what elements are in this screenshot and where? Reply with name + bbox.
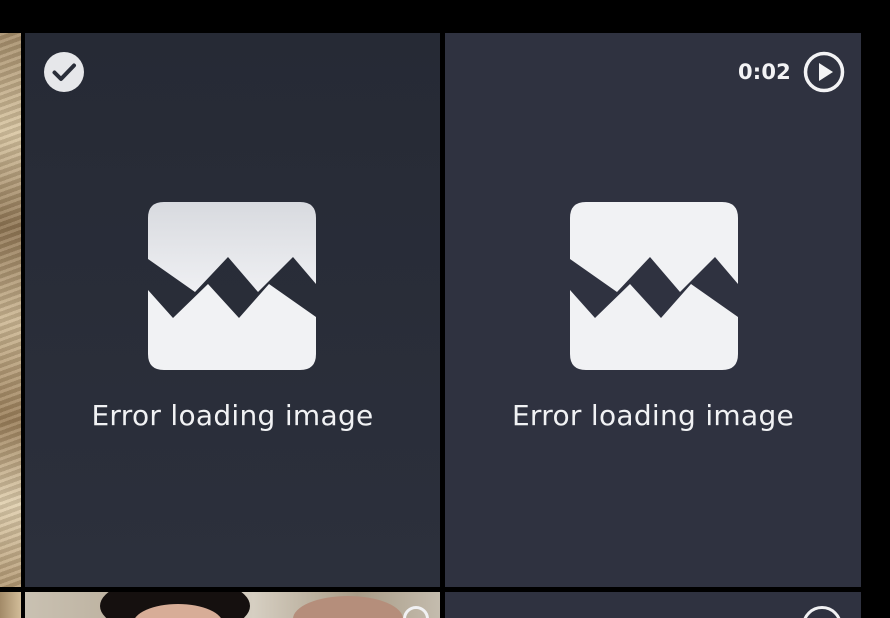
broken-image-icon (570, 202, 738, 370)
gallery-tile-1[interactable]: Error loading image (25, 33, 440, 587)
video-duration: 0:02 (737, 60, 791, 84)
check-circle-icon[interactable] (44, 52, 84, 92)
thumbnail-partial-bottom[interactable] (25, 592, 440, 618)
thumbnail-partial-left[interactable] (0, 33, 21, 587)
gallery-tile-2[interactable]: 0:02 Error loading image (445, 33, 861, 587)
photo-person (293, 596, 403, 618)
play-circle-icon[interactable] (803, 51, 845, 93)
play-circle-icon-partial[interactable] (802, 606, 842, 618)
error-message: Error loading image (91, 399, 374, 432)
video-badge[interactable]: 0:02 (738, 51, 845, 93)
video-icon-partial[interactable] (403, 606, 429, 618)
thumbnail-partial-bottom-right[interactable] (445, 592, 861, 618)
error-message: Error loading image (511, 399, 795, 432)
broken-image-icon (148, 202, 316, 370)
thumbnail-partial-bottom-left[interactable] (0, 592, 21, 618)
